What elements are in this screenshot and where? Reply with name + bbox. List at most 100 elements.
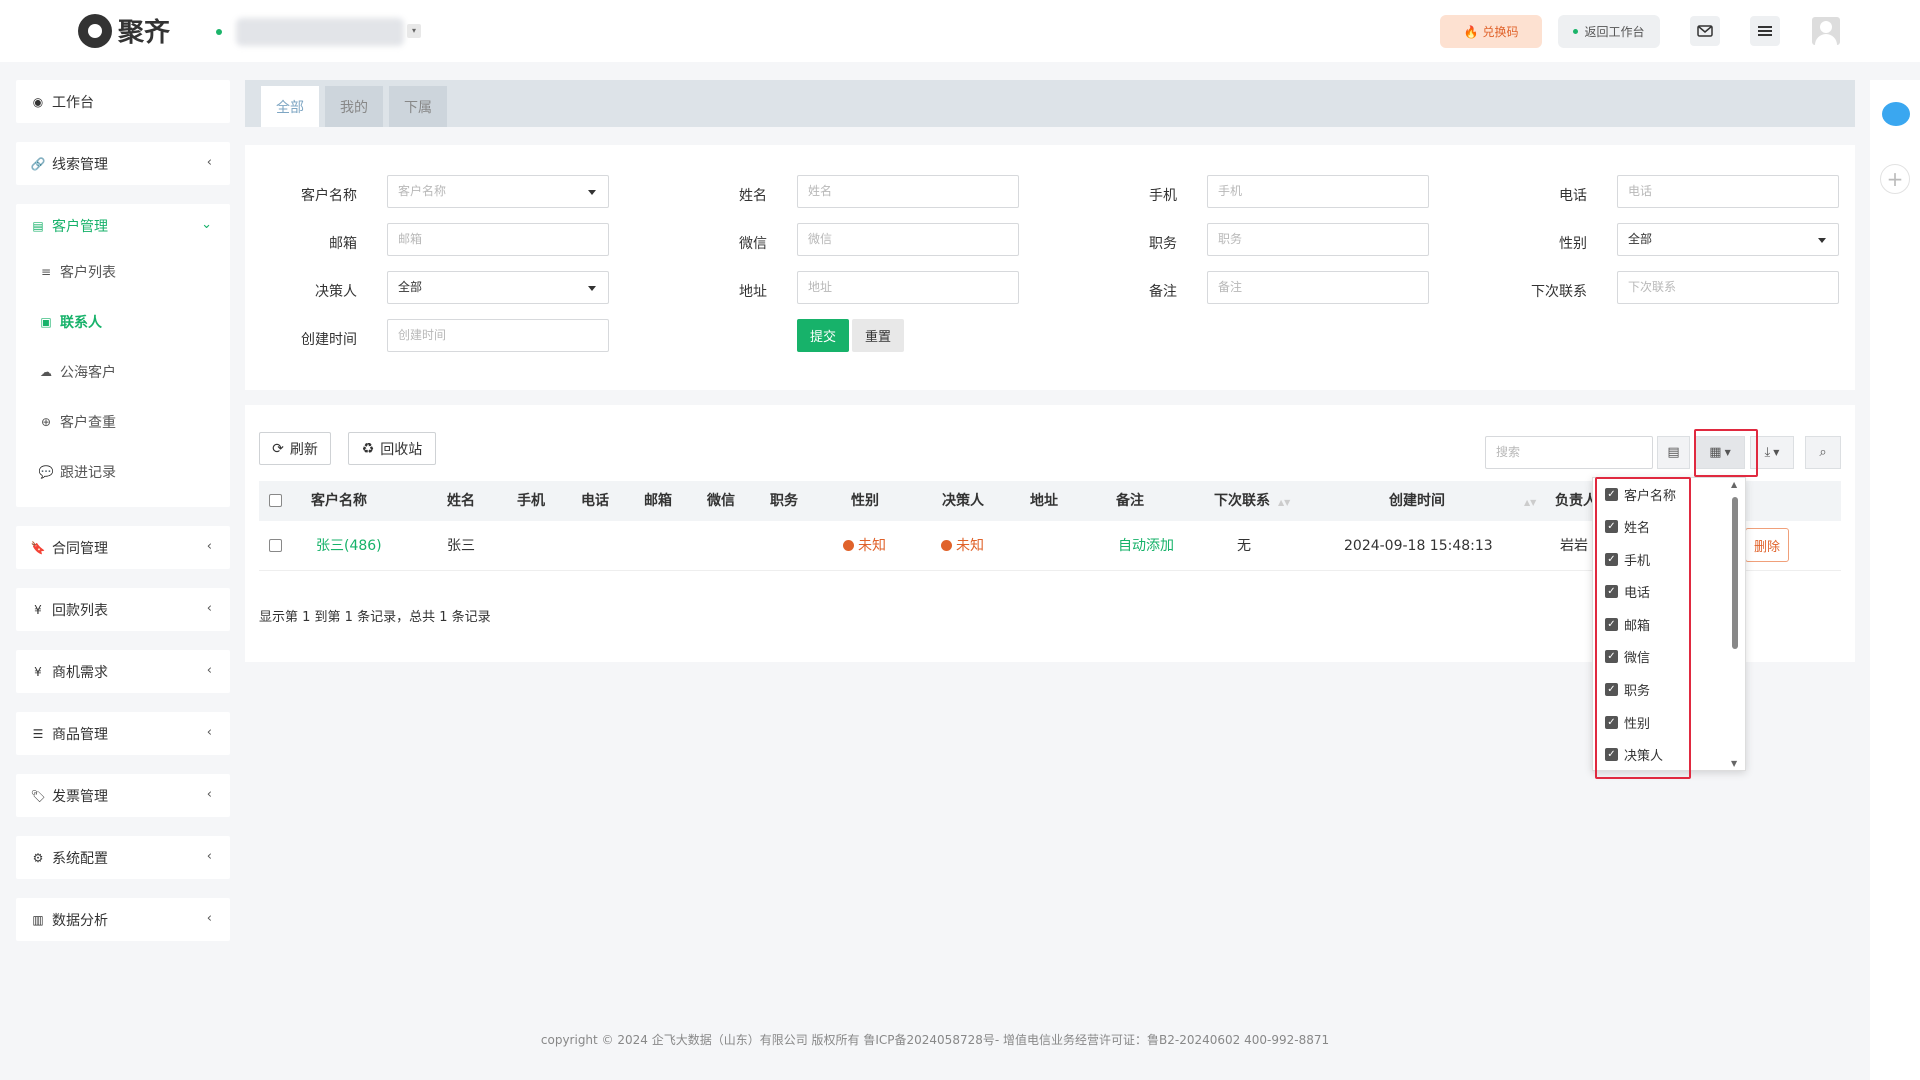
return-workbench-label: 返回工作台 bbox=[1584, 25, 1645, 39]
plus-icon[interactable]: + bbox=[1880, 164, 1910, 194]
submit-button[interactable]: 提交 bbox=[797, 319, 849, 352]
gender-select[interactable]: 全部 bbox=[1617, 223, 1839, 256]
sidebar-subitem-dedupe[interactable]: ⊕ 客户查重 bbox=[16, 397, 230, 447]
exchange-code-button[interactable]: 🔥 兑换码 bbox=[1440, 15, 1542, 48]
email-input[interactable]: 邮箱 bbox=[387, 223, 609, 256]
address-label: 地址 bbox=[739, 284, 767, 300]
yen-icon: ¥ bbox=[34, 602, 42, 617]
tag-icon: 🏷 bbox=[30, 788, 46, 803]
sidebar-item-payments[interactable]: ¥ 回款列表 ‹ bbox=[16, 588, 230, 631]
caret-down-icon[interactable]: ▾ bbox=[407, 24, 421, 38]
highlight-columns-button bbox=[1694, 429, 1758, 477]
col-header-wechat[interactable]: 微信 bbox=[707, 481, 735, 521]
remark-input[interactable]: 备注 bbox=[1207, 271, 1429, 304]
col-header-customer-name[interactable]: 客户名称 bbox=[311, 481, 367, 521]
sidebar-item-invoices[interactable]: 🏷 发票管理 ‹ bbox=[16, 774, 230, 817]
toggle-view-icon[interactable]: ▤ bbox=[1657, 436, 1690, 469]
col-header-phone[interactable]: 电话 bbox=[581, 481, 609, 521]
col-header-gender[interactable]: 性别 bbox=[851, 481, 879, 521]
col-header-name[interactable]: 姓名 bbox=[447, 481, 475, 521]
row-checkbox[interactable] bbox=[269, 539, 282, 552]
reset-button[interactable]: 重置 bbox=[852, 319, 904, 352]
sidebar-subitem-customer-list[interactable]: ≡ 客户列表 bbox=[16, 247, 230, 297]
brand-name: 聚齐 bbox=[118, 18, 171, 48]
comments-icon: 💬 bbox=[38, 465, 54, 479]
table-search-input[interactable]: 搜索 bbox=[1485, 436, 1653, 469]
sidebar-item-label: 回款列表 bbox=[52, 602, 108, 619]
chat-icon[interactable] bbox=[1882, 102, 1910, 126]
phone-input[interactable]: 电话 bbox=[1617, 175, 1839, 208]
refresh-button[interactable]: ⟳ 刷新 bbox=[259, 432, 331, 465]
tab-mine[interactable]: 我的 bbox=[325, 86, 383, 127]
delete-button[interactable]: 删除 bbox=[1745, 528, 1789, 562]
logo[interactable]: 聚齐 bbox=[78, 12, 170, 49]
email-label: 邮箱 bbox=[329, 236, 357, 252]
col-header-next-contact[interactable]: 下次联系 ▲▼ bbox=[1214, 481, 1290, 521]
col-header-created[interactable]: 创建时间 bbox=[1389, 481, 1445, 521]
customer-name-select[interactable]: 客户名称 bbox=[387, 175, 609, 208]
select-all-checkbox[interactable] bbox=[269, 494, 282, 507]
col-header-address[interactable]: 地址 bbox=[1030, 481, 1058, 521]
mobile-input[interactable]: 手机 bbox=[1207, 175, 1429, 208]
cell-created: 2024-09-18 15:48:13 bbox=[1344, 538, 1493, 554]
mail-icon[interactable] bbox=[1690, 16, 1720, 46]
col-header-mobile[interactable]: 手机 bbox=[517, 481, 545, 521]
recycle-bin-button[interactable]: ♻ 回收站 bbox=[348, 432, 436, 465]
sidebar-item-analytics[interactable]: ▥ 数据分析 ‹ bbox=[16, 898, 230, 941]
company-selector[interactable] bbox=[236, 18, 404, 46]
chevron-left-icon: ‹ bbox=[206, 787, 212, 802]
yen-icon: ¥ bbox=[34, 664, 42, 679]
col-header-position[interactable]: 职务 bbox=[770, 481, 798, 521]
cell-decision-maker: 未知 bbox=[941, 521, 984, 571]
scope-tabs: 全部 我的 下属 bbox=[245, 80, 1855, 127]
sidebar-item-label: 线索管理 bbox=[52, 156, 108, 173]
name-label: 姓名 bbox=[739, 188, 767, 204]
sidebar-item-customers[interactable]: ▤ 客户管理 ⌄ bbox=[16, 204, 230, 247]
sidebar-item-products[interactable]: ☰ 商品管理 ‹ bbox=[16, 712, 230, 755]
dropdown-scrollbar[interactable]: ▲ ▼ bbox=[1731, 480, 1739, 768]
sidebar-item-leads[interactable]: 🔗 线索管理 ‹ bbox=[16, 142, 230, 185]
refresh-label: 刷新 bbox=[289, 441, 318, 458]
tab-subordinates[interactable]: 下属 bbox=[389, 86, 447, 127]
search-icon[interactable]: ⌕ bbox=[1805, 436, 1841, 469]
filter-panel: 客户名称 客户名称 姓名 姓名 手机 手机 电话 电话 邮箱 邮箱 微信 微信 … bbox=[245, 145, 1855, 390]
phone-label: 电话 bbox=[1559, 188, 1587, 204]
sidebar-item-opportunities[interactable]: ¥ 商机需求 ‹ bbox=[16, 650, 230, 693]
decision-maker-select[interactable]: 全部 bbox=[387, 271, 609, 304]
col-header-email[interactable]: 邮箱 bbox=[644, 481, 672, 521]
gears-icon: ⚙ bbox=[32, 850, 44, 865]
scrollbar-thumb[interactable] bbox=[1732, 497, 1738, 649]
sidebar-item-contracts[interactable]: 🔖 合同管理 ‹ bbox=[16, 526, 230, 569]
created-time-input[interactable]: 创建时间 bbox=[387, 319, 609, 352]
sidebar-item-label: 发票管理 bbox=[52, 788, 108, 805]
user-avatar[interactable] bbox=[1812, 17, 1840, 45]
caret-down-icon: ▼ bbox=[1773, 448, 1780, 457]
pagination-summary: 显示第 1 到第 1 条记录，总共 1 条记录 bbox=[259, 610, 491, 625]
col-header-next-contact-label: 下次联系 bbox=[1214, 493, 1270, 509]
tab-all[interactable]: 全部 bbox=[261, 86, 319, 127]
sidebar-item-label: 系统配置 bbox=[52, 850, 108, 867]
sidebar-subitem-public-customers[interactable]: ☁ 公海客户 bbox=[16, 347, 230, 397]
cloud-icon: ☁ bbox=[40, 365, 52, 379]
wechat-input[interactable]: 微信 bbox=[797, 223, 1019, 256]
address-input[interactable]: 地址 bbox=[797, 271, 1019, 304]
customer-name-link[interactable]: 张三(486) bbox=[316, 521, 382, 571]
position-input[interactable]: 职务 bbox=[1207, 223, 1429, 256]
sidebar-subitem-contacts[interactable]: ▣ 联系人 bbox=[16, 297, 230, 347]
sidebar-item-settings[interactable]: ⚙ 系统配置 ‹ bbox=[16, 836, 230, 879]
col-header-owner[interactable]: 负责人 bbox=[1555, 481, 1597, 521]
next-contact-input[interactable]: 下次联系 bbox=[1617, 271, 1839, 304]
chevron-left-icon: ‹ bbox=[206, 849, 212, 864]
sidebar-item-workbench[interactable]: ◉ 工作台 bbox=[16, 80, 230, 123]
name-input[interactable]: 姓名 bbox=[797, 175, 1019, 208]
col-header-remark[interactable]: 备注 bbox=[1116, 481, 1144, 521]
return-workbench-button[interactable]: 返回工作台 bbox=[1558, 15, 1660, 48]
sidebar-subitem-followups[interactable]: 💬 跟进记录 bbox=[16, 447, 230, 497]
col-header-decision-maker[interactable]: 决策人 bbox=[942, 481, 984, 521]
scroll-down-icon[interactable]: ▼ bbox=[1731, 759, 1737, 768]
customer-name-label: 客户名称 bbox=[301, 188, 357, 204]
scroll-up-icon[interactable]: ▲ bbox=[1731, 480, 1737, 489]
sort-icon[interactable]: ▲▼ bbox=[1524, 481, 1536, 521]
menu-icon[interactable] bbox=[1750, 16, 1780, 46]
bar-chart-icon: ▥ bbox=[32, 912, 44, 927]
